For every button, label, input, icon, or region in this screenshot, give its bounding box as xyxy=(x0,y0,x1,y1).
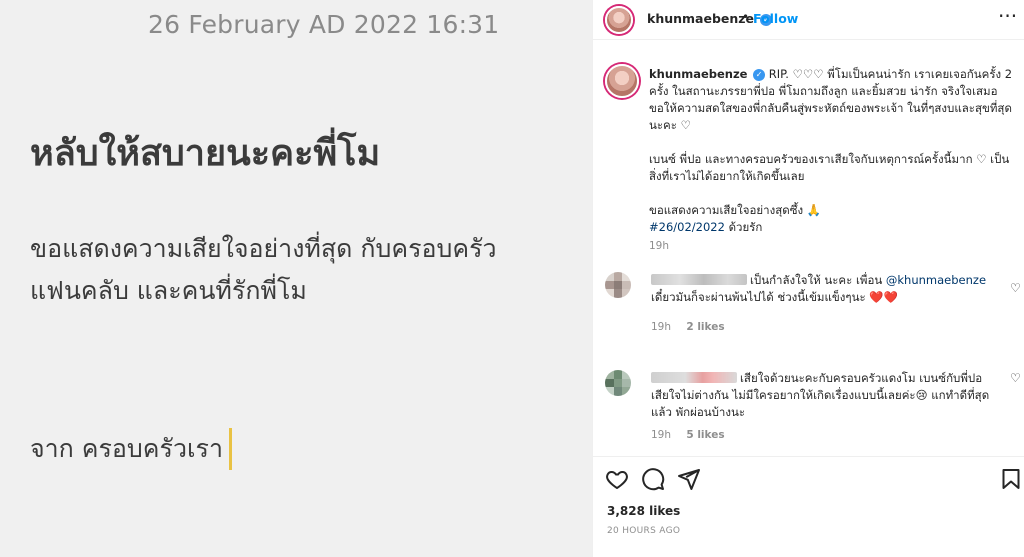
comment-like-icon[interactable]: ♡ xyxy=(1010,281,1021,295)
comment-like-icon[interactable]: ♡ xyxy=(1010,371,1021,385)
comment-meta: 19h 2 likes xyxy=(651,321,737,333)
image-body-line-2: แฟนคลับ และคนที่รักพี่โม xyxy=(30,276,307,305)
author-username-text[interactable]: khunmaebenze xyxy=(647,11,754,26)
commenter-avatar[interactable] xyxy=(605,370,631,396)
caption-closing: ด้วยรัก xyxy=(728,220,763,234)
comment-icon[interactable] xyxy=(641,467,665,491)
caption-hashtag[interactable]: #26/02/2022 xyxy=(649,220,725,234)
text-cursor xyxy=(229,428,233,470)
post-side-panel: khunmaebenze ✓ • Follow ··· khunmaebenze… xyxy=(592,0,1024,557)
comment-likes[interactable]: 5 likes xyxy=(686,429,724,441)
comment-time[interactable]: 19h xyxy=(651,321,671,333)
caption-para-1: khunmaebenze ✓ RIP. ♡♡♡ พี่โมเป็นคนน่ารั… xyxy=(649,66,1014,134)
image-signature-text: จาก ครอบครัวเรา xyxy=(30,434,224,463)
comment-text: เสียใจด้วยนะคะกับครอบครัวแดงโม เบนซ์กับพ… xyxy=(651,370,1001,421)
image-date-text: 26 February AD 2022 16:31 xyxy=(148,10,500,39)
verified-badge-icon: ✓ xyxy=(753,69,766,81)
author-avatar[interactable] xyxy=(605,6,633,34)
post-actions: 3,828 likes 20 HOURS AGO xyxy=(593,456,1024,557)
caption-username[interactable]: khunmaebenze xyxy=(649,67,747,81)
bookmark-icon[interactable] xyxy=(999,467,1023,491)
comment-time[interactable]: 19h xyxy=(651,429,671,441)
caption-para-2: เบนซ์ พี่ปอ และทางครอบครัวของเราเสียใจกั… xyxy=(649,152,1010,183)
caption-para-3-text: ขอแสดงความเสียใจอย่างสุดซึ้ง 🙏 xyxy=(649,203,822,217)
comment-text-b: เดี๋ยวมันก็จะผ่านพ้นไปได้ ช่วงนี้เข้มแข็… xyxy=(651,290,898,304)
comment-text: เป็นกำลังใจให้ นะคะ เพื่อน @khunmaebenze… xyxy=(651,272,1001,306)
share-icon[interactable] xyxy=(677,467,701,491)
comment-meta: 19h 5 likes xyxy=(651,429,737,441)
likes-count[interactable]: 3,828 likes xyxy=(607,504,680,518)
follow-button[interactable]: Follow xyxy=(753,11,798,26)
post-header: khunmaebenze ✓ • Follow ··· xyxy=(593,0,1024,40)
comment-likes[interactable]: 2 likes xyxy=(686,321,724,333)
comment-mention[interactable]: @khunmaebenze xyxy=(886,273,986,287)
caption-text: khunmaebenze ✓ RIP. ♡♡♡ พี่โมเป็นคนน่ารั… xyxy=(649,66,1014,236)
post-image: 26 February AD 2022 16:31 หลับให้สบายนะค… xyxy=(0,0,592,557)
comment-text-a: เป็นกำลังใจให้ นะคะ เพื่อน xyxy=(750,273,886,287)
post-time-ago[interactable]: 20 HOURS AGO xyxy=(607,526,680,536)
image-body-line-1: ขอแสดงความเสียใจอย่างที่สุด กับครอบครัว xyxy=(30,234,497,263)
caption-avatar[interactable] xyxy=(605,64,639,98)
blurred-username[interactable] xyxy=(651,372,737,383)
more-options-icon[interactable]: ··· xyxy=(998,4,1017,28)
image-signature: จาก ครอบครัวเรา xyxy=(30,428,233,470)
commenter-avatar[interactable] xyxy=(605,272,631,298)
caption-para-3: ขอแสดงความเสียใจอย่างสุดซึ้ง 🙏 #26/02/20… xyxy=(649,202,1014,236)
heart-icon[interactable] xyxy=(605,467,629,491)
image-headline: หลับให้สบายนะคะพี่โม xyxy=(30,133,381,174)
image-body: ขอแสดงความเสียใจอย่างที่สุด กับครอบครัว … xyxy=(30,228,497,312)
blurred-username[interactable] xyxy=(651,274,747,285)
header-separator: • xyxy=(742,10,750,24)
caption-time[interactable]: 19h xyxy=(649,240,669,252)
